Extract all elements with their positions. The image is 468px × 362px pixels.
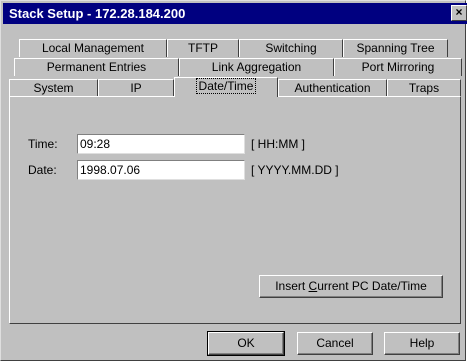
date-format-hint: [ YYYY.MM.DD ]	[251, 163, 339, 177]
date-input[interactable]: 1998.07.06	[77, 160, 245, 180]
date-label: Date:	[28, 163, 57, 177]
title-bar[interactable]: Stack Setup - 172.28.184.200 ×	[3, 3, 467, 24]
tab-tftp[interactable]: TFTP	[167, 39, 239, 57]
tab-switching[interactable]: Switching	[239, 39, 343, 57]
tab-permanent-entries[interactable]: Permanent Entries	[14, 58, 179, 76]
close-button[interactable]: ×	[451, 5, 467, 21]
cancel-button[interactable]: Cancel	[297, 332, 373, 355]
time-format-hint: [ HH:MM ]	[251, 137, 305, 151]
dialog-window: Stack Setup - 172.28.184.200 × Local Man…	[0, 0, 467, 361]
close-icon: ×	[455, 5, 463, 19]
tab-date-time[interactable]: Date/Time	[174, 77, 278, 97]
help-button[interactable]: Help	[384, 332, 460, 355]
tab-spanning-tree[interactable]: Spanning Tree	[343, 39, 448, 57]
tab-port-mirroring[interactable]: Port Mirroring	[334, 58, 462, 76]
window-title: Stack Setup - 172.28.184.200	[9, 6, 186, 21]
tab-ip[interactable]: IP	[98, 79, 174, 97]
tab-system[interactable]: System	[9, 79, 98, 97]
time-input[interactable]: 09:28	[77, 134, 245, 154]
time-label: Time:	[28, 137, 58, 151]
tab-traps[interactable]: Traps	[387, 79, 461, 97]
tab-local-management[interactable]: Local Management	[19, 39, 167, 57]
tab-link-aggregation[interactable]: Link Aggregation	[179, 58, 334, 76]
insert-current-date-button[interactable]: Insert Current PC Date/Time	[259, 275, 443, 298]
tab-authentication[interactable]: Authentication	[278, 79, 387, 97]
tab-panel-date-time: Time: 09:28 [ HH:MM ] Date: 1998.07.06 […	[9, 96, 461, 324]
ok-button[interactable]: OK	[207, 331, 285, 356]
